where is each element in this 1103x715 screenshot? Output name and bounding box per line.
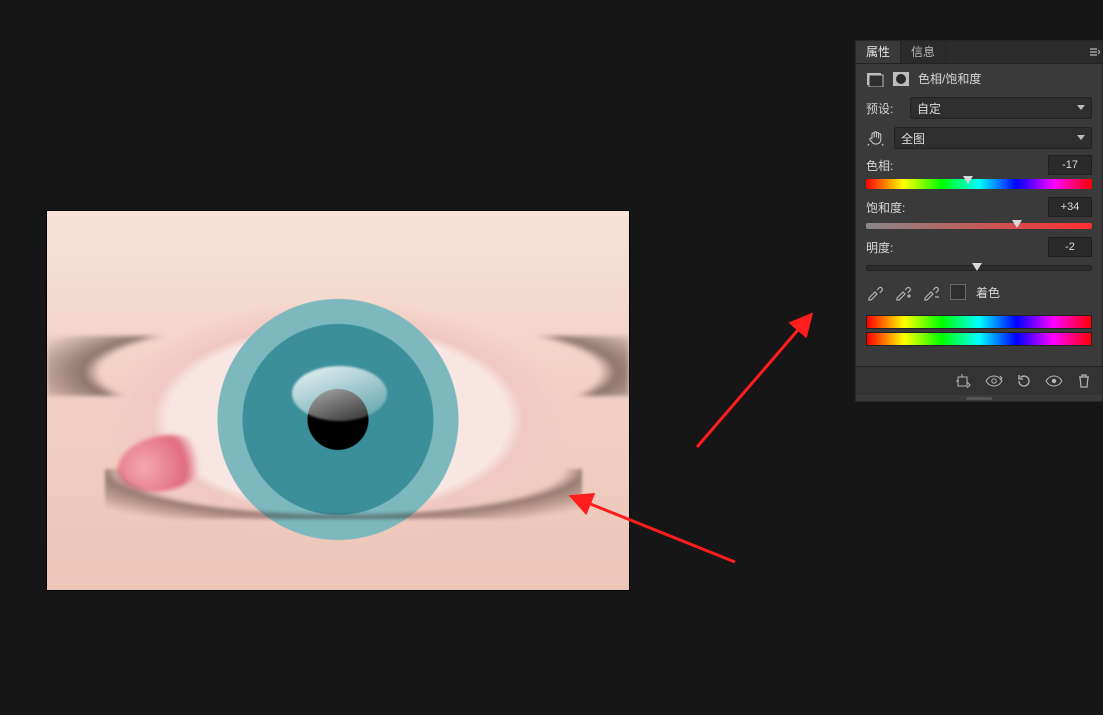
- reset-icon: [1016, 374, 1032, 388]
- preset-label: 预设:: [866, 100, 902, 117]
- adjustment-header: 色相/饱和度: [856, 64, 1102, 93]
- eye-icon: [1045, 375, 1063, 387]
- adjustment-title: 色相/饱和度: [918, 70, 981, 87]
- clip-to-layer-button[interactable]: [954, 372, 974, 390]
- image-detail: [292, 366, 387, 421]
- tab-properties[interactable]: 属性: [856, 41, 901, 63]
- panel-gripper[interactable]: [856, 395, 1102, 401]
- hue-value-input[interactable]: -17: [1048, 155, 1092, 175]
- eyedropper-row: 着色: [856, 277, 1102, 311]
- hue-label: 色相:: [866, 157, 893, 174]
- eyedropper-icon[interactable]: [866, 283, 884, 301]
- lightness-value-input[interactable]: -2: [1048, 237, 1092, 257]
- panel-tabs: 属性 信息: [856, 41, 1102, 64]
- lightness-slider-block: 明度: -2: [856, 235, 1102, 277]
- preset-value: 自定: [917, 100, 941, 117]
- eye-back-icon: [985, 375, 1003, 387]
- spectrum-bar-bottom: [866, 332, 1092, 346]
- adjustment-layer-icon: [866, 71, 884, 87]
- saturation-slider-thumb[interactable]: [1012, 220, 1022, 232]
- hue-slider-thumb[interactable]: [963, 176, 973, 188]
- reset-button[interactable]: [1014, 372, 1034, 390]
- lightness-slider[interactable]: [866, 265, 1092, 271]
- eyedropper-add-icon[interactable]: [894, 283, 912, 301]
- lightness-slider-thumb[interactable]: [972, 263, 982, 275]
- channel-value: 全图: [901, 130, 925, 147]
- hue-slider-block: 色相: -17: [856, 153, 1102, 195]
- canvas-image: [46, 210, 630, 591]
- channel-row: 全图: [856, 123, 1102, 153]
- colorize-checkbox[interactable]: [950, 284, 966, 300]
- saturation-value-input[interactable]: +34: [1048, 197, 1092, 217]
- toggle-visibility-button[interactable]: [1044, 372, 1064, 390]
- tab-info[interactable]: 信息: [901, 41, 946, 63]
- targeted-adjust-tool[interactable]: [866, 128, 886, 148]
- saturation-slider[interactable]: [866, 223, 1092, 229]
- properties-panel: 属性 信息 色相/饱和度 预设: 自定: [855, 40, 1103, 402]
- clip-icon: [956, 374, 972, 388]
- trash-icon: [1077, 374, 1091, 388]
- view-previous-state-button[interactable]: [984, 372, 1004, 390]
- spectrum-bar-top: [866, 315, 1092, 329]
- hue-slider[interactable]: [866, 179, 1092, 189]
- panel-footer: [856, 366, 1102, 395]
- eyedropper-subtract-icon[interactable]: [922, 283, 940, 301]
- hand-scrubby-icon: [867, 129, 885, 147]
- menu-icon: [1090, 47, 1100, 57]
- channel-dropdown[interactable]: 全图: [894, 127, 1092, 149]
- saturation-slider-block: 饱和度: +34: [856, 195, 1102, 235]
- delete-adjustment-button[interactable]: [1074, 372, 1094, 390]
- preset-dropdown[interactable]: 自定: [910, 97, 1092, 119]
- lightness-label: 明度:: [866, 239, 893, 256]
- mask-icon: [892, 71, 910, 87]
- panel-menu-button[interactable]: [1088, 41, 1102, 63]
- colorize-label: 着色: [976, 284, 1000, 301]
- preset-row: 预设: 自定: [856, 93, 1102, 123]
- image-detail: [112, 427, 211, 500]
- saturation-label: 饱和度:: [866, 199, 905, 216]
